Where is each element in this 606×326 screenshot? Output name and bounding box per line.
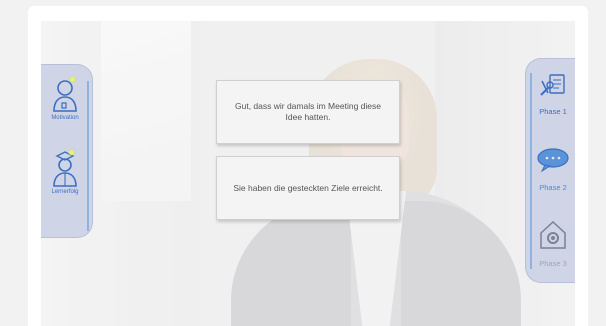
status-panel-left: Motivation Lernerfolg: [41, 64, 93, 238]
phase-3-button[interactable]: Phase 3: [532, 217, 574, 277]
phase-3-label: Phase 3: [539, 259, 567, 268]
house-gear-icon: [540, 220, 566, 249]
answer-option-2[interactable]: Sie haben die gesteckten Ziele erreicht.: [216, 156, 400, 220]
answer-option-1[interactable]: Gut, dass wir damals im Meeting diese Id…: [216, 80, 400, 144]
answer-option-2-text: Sie haben die gesteckten Ziele erreicht.: [233, 182, 383, 193]
lernerfolg-label: Lernerfolg: [51, 189, 79, 195]
phase-panel-right: Phase 1 Phase 2 Phase 3: [525, 58, 575, 283]
speech-bubble-icon: [537, 148, 569, 173]
answer-option-1-text: Gut, dass wir damals im Meeting diese Id…: [235, 101, 381, 122]
motivation-indicator: [70, 77, 75, 82]
lernerfolg-indicator: [69, 150, 74, 155]
phase-2-label: Phase 2: [539, 183, 567, 192]
scene-stage: Gut, dass wir damals im Meeting diese Id…: [41, 21, 575, 326]
tools-icon: [540, 74, 565, 96]
panel-rail: [87, 81, 89, 231]
phase-2-button[interactable]: Phase 2: [532, 139, 574, 197]
person-icon: [53, 80, 77, 112]
phase-1-label: Phase 1: [539, 107, 567, 116]
phase-1-button[interactable]: Phase 1: [532, 67, 574, 125]
graduate-icon: [53, 151, 77, 187]
motivation-label: Motivation: [51, 115, 79, 121]
